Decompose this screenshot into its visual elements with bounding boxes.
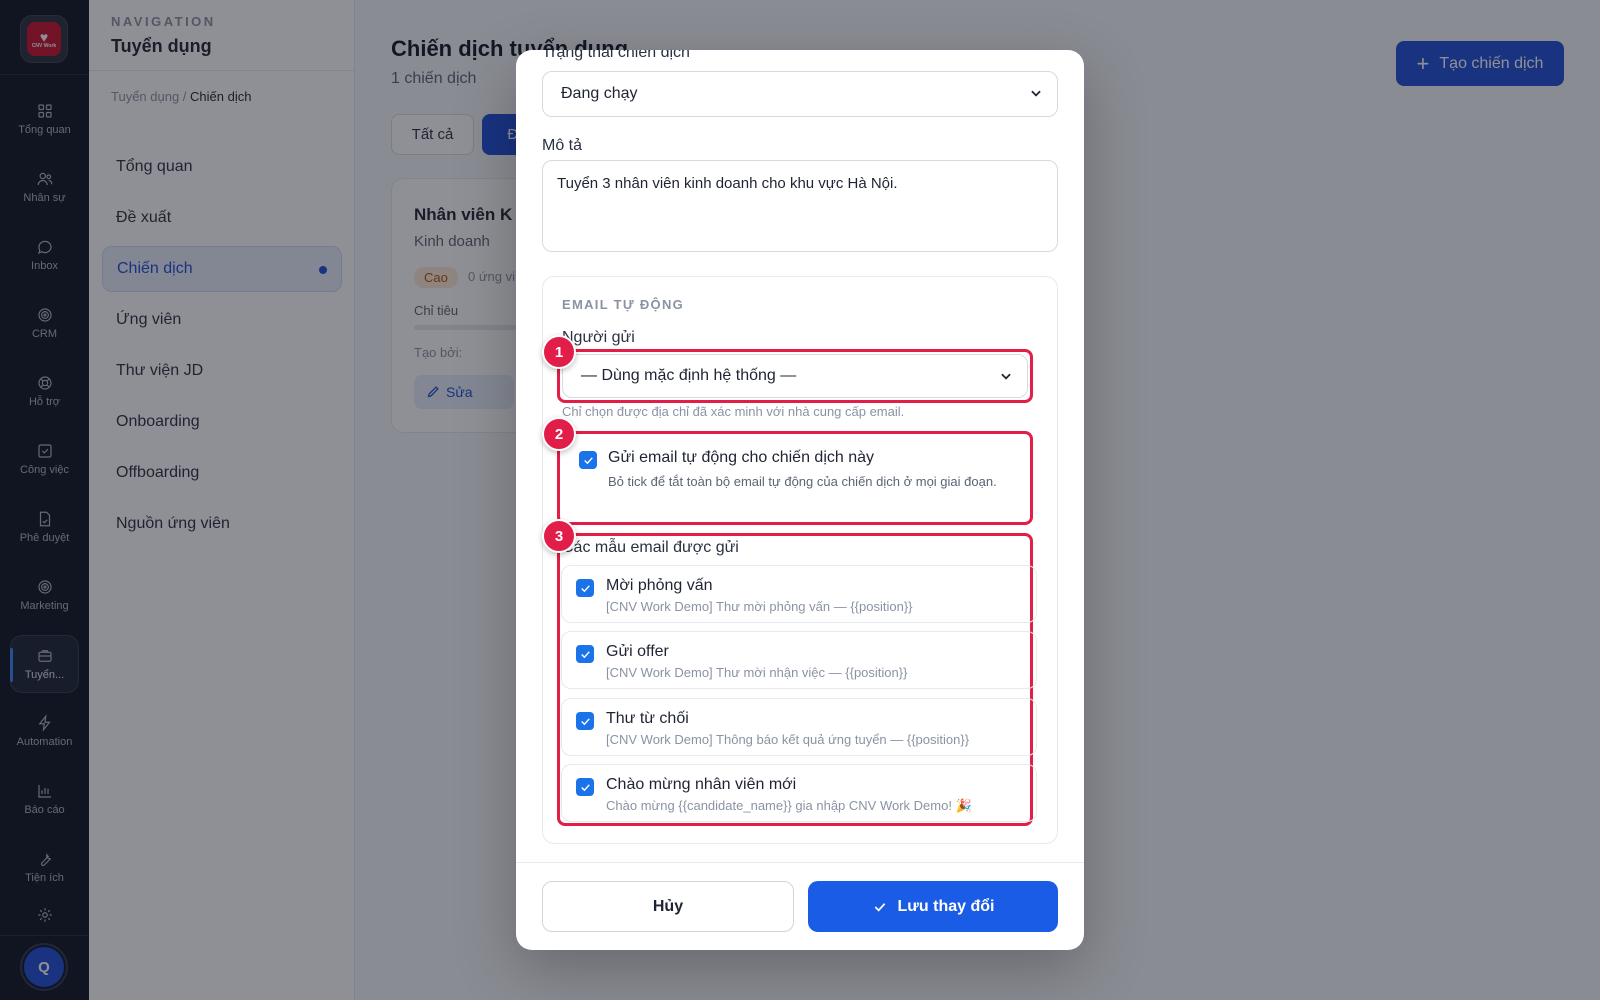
template-subject: [CNV Work Demo] Thông báo kết quả ứng tu… xyxy=(606,732,970,747)
template-checkbox[interactable] xyxy=(576,579,594,597)
annotation-marker-2: 2 xyxy=(542,417,576,451)
app-root: ♥ CNV Work Tổng quan Nhân sự Inbox CRM H… xyxy=(0,0,1600,1000)
template-name: Gửi offer xyxy=(606,643,669,660)
check-icon xyxy=(580,717,590,725)
annotation-marker-1: 1 xyxy=(542,335,576,369)
sender-select[interactable]: — Dùng mặc định hệ thống — xyxy=(562,354,1028,398)
template-subject: [CNV Work Demo] Thư mời phỏng vấn — {{po… xyxy=(606,599,913,614)
template-item[interactable]: Gửi offer [CNV Work Demo] Thư mời nhận v… xyxy=(561,631,1037,689)
template-name: Mời phỏng vấn xyxy=(606,577,713,594)
status-label: Trạng thái chiến dịch xyxy=(542,50,690,61)
check-icon xyxy=(580,584,590,592)
chevron-down-icon xyxy=(1001,373,1011,380)
template-subject: Chào mừng {{candidate_name}} gia nhập CN… xyxy=(606,798,972,813)
auto-send-hint: Bỏ tick để tắt toàn bộ email tự động của… xyxy=(608,474,997,489)
template-checkbox[interactable] xyxy=(576,645,594,663)
modal-footer-divider xyxy=(516,862,1084,863)
template-item[interactable]: Thư từ chối [CNV Work Demo] Thông báo kế… xyxy=(561,698,1037,756)
check-icon xyxy=(580,783,590,791)
auto-send-label: Gửi email tự động cho chiến dịch này xyxy=(608,449,875,466)
template-name: Thư từ chối xyxy=(606,710,689,727)
check-icon xyxy=(874,902,885,912)
status-value: Đang chạy xyxy=(561,85,638,102)
template-item[interactable]: Mời phỏng vấn [CNV Work Demo] Thư mời ph… xyxy=(561,565,1037,623)
sender-value: — Dùng mặc định hệ thống — xyxy=(581,367,797,384)
template-checkbox[interactable] xyxy=(576,778,594,796)
template-item[interactable]: Chào mừng nhân viên mới Chào mừng {{cand… xyxy=(561,764,1037,822)
description-label: Mô tả xyxy=(542,137,583,154)
templates-label: Các mẫu email được gửi xyxy=(562,539,739,556)
template-name: Chào mừng nhân viên mới xyxy=(606,776,797,793)
cancel-button[interactable]: Hủy xyxy=(542,881,794,932)
annotation-marker-3: 3 xyxy=(542,519,576,553)
check-icon xyxy=(580,650,590,658)
auto-send-checkbox[interactable] xyxy=(579,451,597,469)
description-textarea[interactable]: Tuyển 3 nhân viên kinh doanh cho khu vực… xyxy=(542,160,1058,252)
sender-hint: Chỉ chọn được địa chỉ đã xác minh với nh… xyxy=(562,404,905,419)
auto-email-section: EMAIL TỰ ĐỘNG Người gửi — Dùng mặc định … xyxy=(542,276,1058,844)
check-icon xyxy=(583,456,593,464)
auto-email-heading: EMAIL TỰ ĐỘNG xyxy=(562,297,685,312)
status-select[interactable]: Đang chạy xyxy=(542,71,1058,117)
save-label: Lưu thay đổi xyxy=(897,897,995,915)
edit-campaign-modal: Trạng thái chiến dịch Đang chạy Mô tả Tu… xyxy=(516,50,1084,950)
chevron-down-icon xyxy=(1031,90,1041,97)
template-checkbox[interactable] xyxy=(576,712,594,730)
template-subject: [CNV Work Demo] Thư mời nhận việc — {{po… xyxy=(606,665,908,680)
save-button[interactable]: Lưu thay đổi xyxy=(808,881,1058,932)
